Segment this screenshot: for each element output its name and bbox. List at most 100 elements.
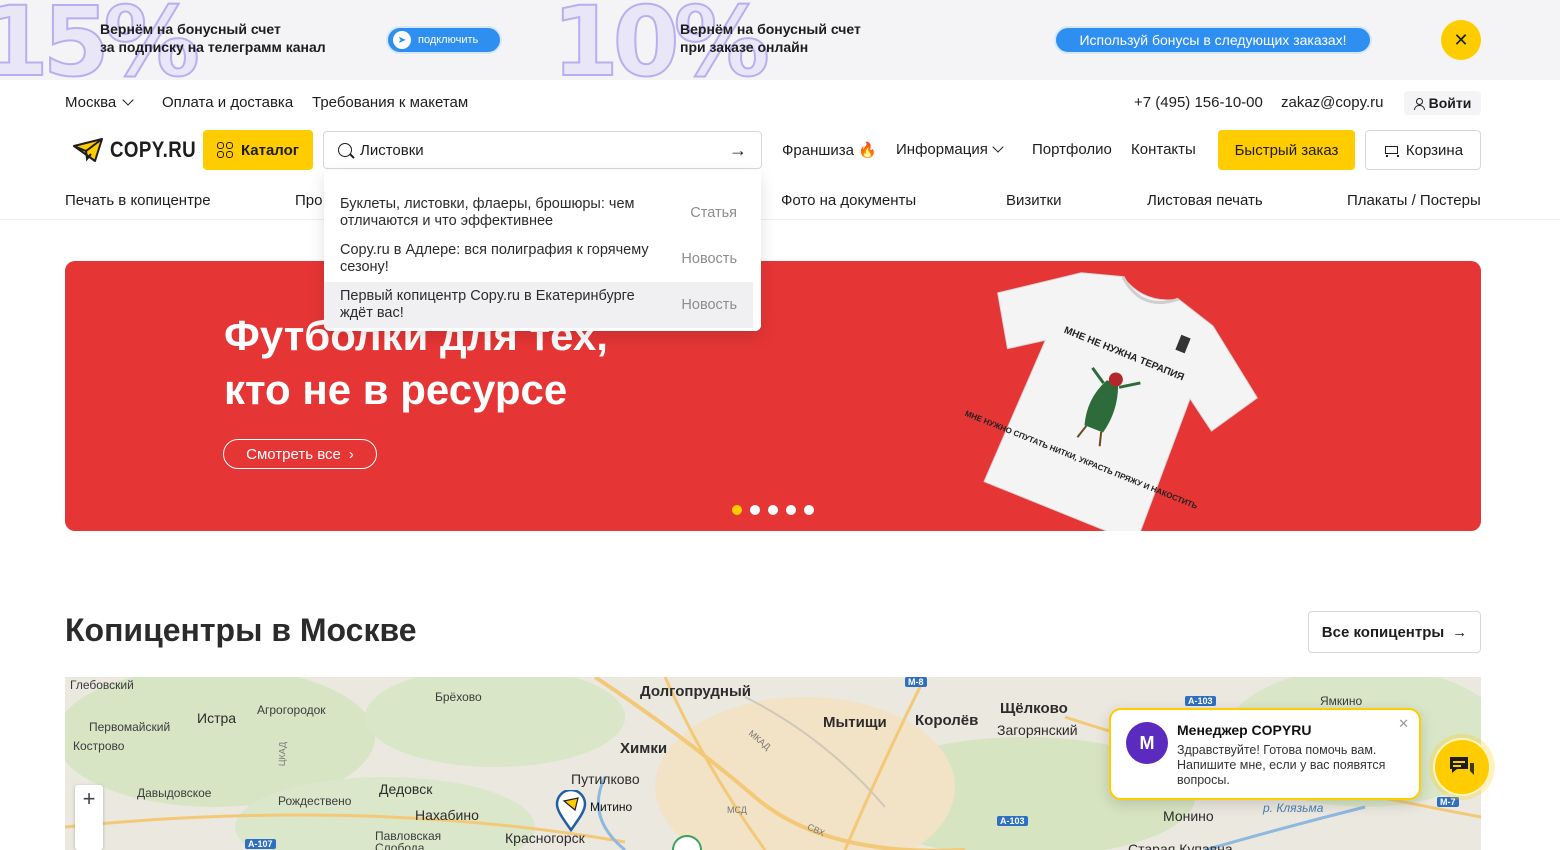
map-label: Щёлково [1000,700,1068,717]
promo-banner: 15% Вернём на бонусный счет за подписку … [0,0,1560,80]
chat-popup[interactable]: M Менеджер COPYRU Здравствуйте! Готова п… [1109,708,1421,800]
category-posters[interactable]: Плакаты / Постеры [1347,192,1481,209]
map-label: Мытищи [823,714,887,731]
hero-banner[interactable]: Футболки для тех, кто не в ресурсе Смотр… [65,261,1481,531]
carousel-dot[interactable] [804,505,814,515]
map-label: Рождествено [278,794,352,808]
phone-link[interactable]: +7 (495) 156-10-00 [1134,94,1263,111]
road-shield: А-103 [997,816,1028,826]
telegram-connect-button[interactable]: ➤ подключить [386,26,502,54]
chevron-right-icon: › [348,445,354,463]
map-label: Монино [1163,808,1214,824]
map-label: Первомайский [89,720,171,734]
catalog-button[interactable]: Каталог [203,130,313,170]
map-label: Загорянский [997,722,1078,738]
map-pin-label: Митино [590,800,633,814]
carousel-dot[interactable] [768,505,778,515]
carousel-dot[interactable] [732,505,742,515]
nav-franchise[interactable]: Франшиза 🔥 [782,141,877,159]
cart-button[interactable]: Корзина [1365,130,1481,170]
manager-avatar: M [1126,722,1168,764]
section-title: Копицентры в Москве [65,612,417,648]
map-label: Химки [620,740,668,757]
close-chat-icon[interactable]: ✕ [1398,716,1409,732]
promo-text-online: Вернём на бонусный счет при заказе онлай… [680,21,861,55]
dropdown-scrollbar[interactable] [753,170,761,331]
payment-delivery-link[interactable]: Оплата и доставка [162,94,293,111]
promo-text-telegram: Вернём на бонусный счет за подписку на т… [100,21,326,55]
all-centers-button[interactable]: Все копицентры → [1308,611,1481,653]
map-label: Кострово [73,739,125,753]
close-promo-button[interactable]: ✕ [1441,20,1481,60]
carousel-dot[interactable] [750,505,760,515]
category-print-center[interactable]: Печать в копицентре [65,192,211,209]
nav-portfolio[interactable]: Портфолио [1032,141,1112,158]
logo-text: COPY.RU [110,137,197,162]
chevron-down-icon [992,141,1004,153]
chat-message: Здравствуйте! Готова помочь вам. Напишит… [1177,743,1386,787]
layout-requirements-link[interactable]: Требования к макетам [312,94,468,111]
user-icon [1413,97,1425,110]
nav-information[interactable]: Информация [896,141,1004,158]
search-result[interactable]: Copy.ru в Адлере: вся полиграфия к горяч… [324,236,753,282]
map-label: Агрогородок [257,703,326,717]
map-label: Ямкино [1320,694,1363,708]
carousel-dot[interactable] [786,505,796,515]
search-icon [338,143,352,157]
map-label: Глебовский [70,678,134,692]
carousel-dots [732,505,814,515]
map-label: Красногорск [505,830,585,846]
map-label: Путилково [571,771,640,787]
result-type: Статья [690,205,737,221]
road-shield: М-7 [1437,797,1459,807]
map-label: Долгопрудный [640,683,752,700]
zoom-in-button[interactable]: + [75,785,103,850]
result-type: Новость [681,251,737,267]
result-type: Новость [681,297,737,313]
use-bonuses-button[interactable]: Используй бонусы в следующих заказах! [1054,26,1372,54]
search-input[interactable] [360,141,729,159]
category-business-cards[interactable]: Визитки [1006,192,1061,209]
tshirt-image: МНЕ НЕ НУЖНА ТЕРАПИЯ МНЕ НУЖНО СПУТАТЬ Н… [964,272,1258,531]
view-all-button[interactable]: Смотреть все › [223,439,377,469]
category-sheet-printing[interactable]: Листовая печать [1147,192,1263,209]
road-label: МСД [727,805,747,815]
map-label: Нахабино [415,807,479,823]
search-suggestions: Буклеты, листовки, флаеры, брошюры: чем … [324,170,761,331]
map-label: Давыдовское [137,786,212,800]
login-button[interactable]: Войти [1404,91,1481,115]
city-selector[interactable]: Москва [65,94,134,111]
telegram-icon: ➤ [393,31,411,49]
map-label: Старая Купавна [1128,841,1233,850]
road-shield: А-103 [1185,696,1216,706]
chat-manager-name: Менеджер COPYRU [1177,722,1312,738]
chevron-down-icon [122,94,134,106]
road-shield: А-107 [245,839,276,849]
logo[interactable]: COPY.RU [73,137,211,163]
close-icon: ✕ [1453,29,1469,50]
map-label: р. Клязьма [1263,801,1324,815]
chat-icon [1450,757,1474,775]
category-document-photos[interactable]: Фото на документы [781,192,916,209]
quick-order-button[interactable]: Быстрый заказ [1218,130,1355,170]
category-partial[interactable]: Про [295,192,322,209]
paper-plane-icon [73,138,103,162]
category-menu: Печать в копицентре Про Фото на документ… [0,180,1560,220]
map-label: Брёхово [435,690,482,704]
nav-contacts[interactable]: Контакты [1131,141,1196,158]
top-info-bar: Москва Оплата и доставка Требования к ма… [65,91,1481,115]
cart-icon [1383,144,1399,157]
arrow-right-icon[interactable]: → [729,141,747,159]
map-label: Истра [197,710,237,726]
search-result[interactable]: Первый копицентр Copy.ru в Екатеринбурге… [324,282,753,328]
map-label: Павловская Слобода [375,829,442,850]
arrow-right-icon: → [1452,623,1468,641]
grid-icon [216,142,233,158]
map-pin-icon[interactable] [555,790,587,832]
search-box: → [323,131,762,169]
chat-open-button[interactable] [1433,738,1491,796]
road-label: ЦКАД [276,741,288,767]
email-link[interactable]: zakaz@copy.ru [1281,94,1384,111]
map-label: Дедовск [379,781,433,797]
search-result[interactable]: Буклеты, листовки, флаеры, брошюры: чем … [324,190,753,236]
